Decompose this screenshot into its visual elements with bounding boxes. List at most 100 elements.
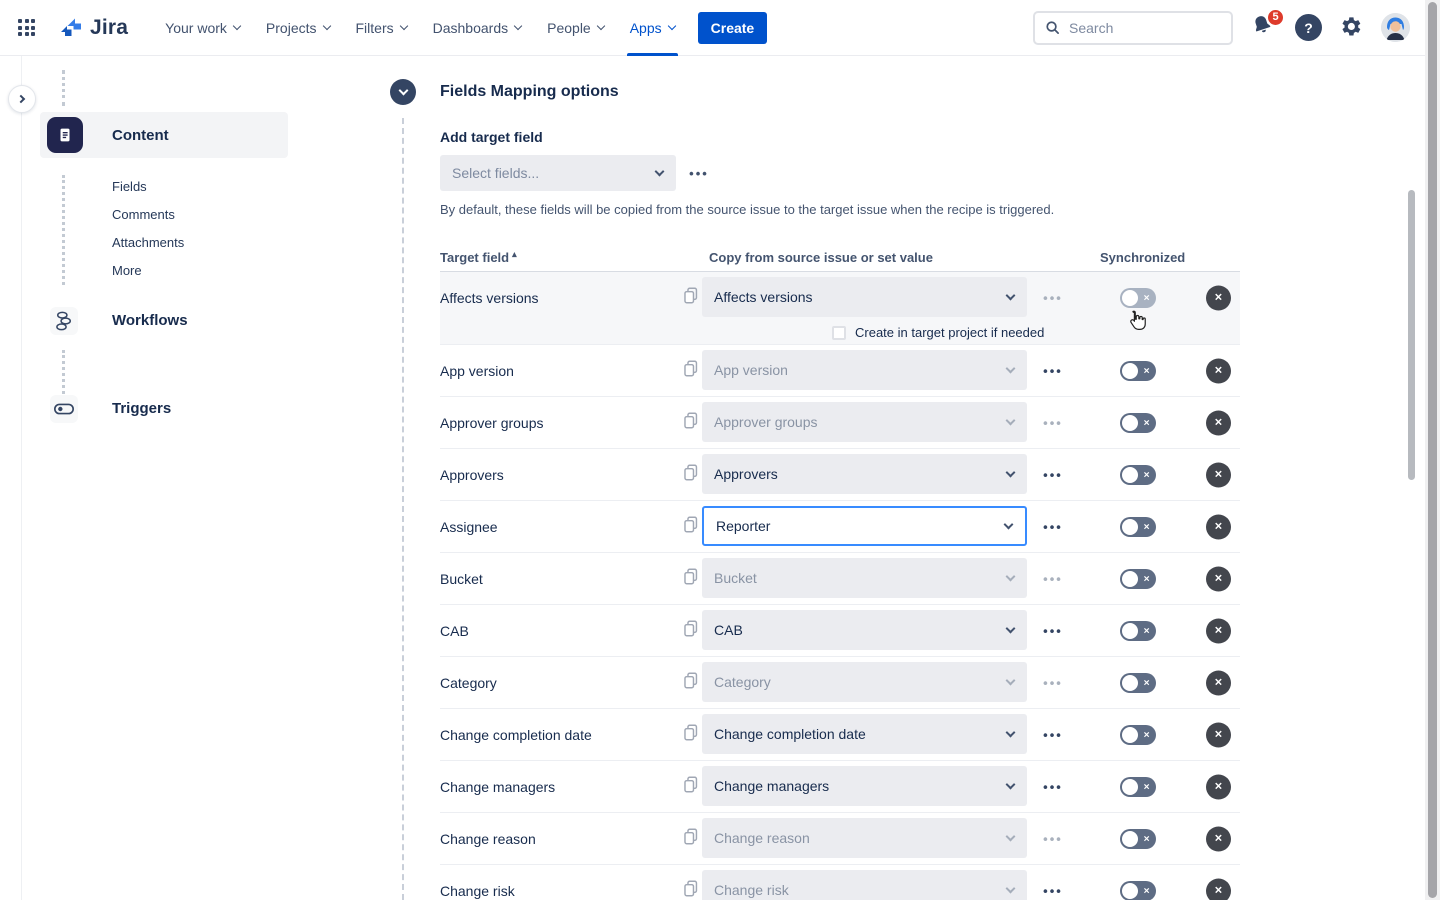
sidebar-item-more[interactable]: More [112, 256, 184, 284]
synchronized-toggle[interactable]: ✕ [1120, 673, 1156, 693]
field-value-select[interactable]: Affects versions [702, 277, 1027, 317]
add-field-more-options-button[interactable]: ••• [684, 155, 714, 191]
target-field-name: Approvers [440, 467, 504, 483]
sidebar-item-fields[interactable]: Fields [112, 172, 184, 200]
section-collapse-button[interactable] [390, 79, 416, 105]
row-more-options-button[interactable]: ••• [1036, 363, 1070, 378]
synchronized-toggle[interactable]: ✕ [1120, 881, 1156, 900]
copy-icon[interactable] [682, 359, 699, 383]
copy-icon[interactable] [682, 671, 699, 695]
synchronized-toggle[interactable]: ✕ [1120, 361, 1156, 381]
jira-logo-icon [59, 16, 83, 40]
toggle-off-icon: ✕ [1143, 470, 1150, 479]
remove-field-button[interactable]: ✕ [1206, 286, 1231, 311]
row-more-options-button[interactable]: ••• [1036, 883, 1070, 898]
synchronized-toggle[interactable]: ✕ [1120, 517, 1156, 537]
field-value-select[interactable]: Change risk [702, 870, 1027, 900]
nav-item-projects[interactable]: Projects [257, 0, 339, 56]
synchronized-toggle[interactable]: ✕ [1120, 777, 1156, 797]
field-value-select[interactable]: Approvers [702, 454, 1027, 494]
row-more-options-button[interactable]: ••• [1036, 831, 1070, 846]
field-value-select[interactable]: Change managers [702, 766, 1027, 806]
page-scrollbar-thumb[interactable] [1428, 2, 1437, 898]
row-more-options-button[interactable]: ••• [1036, 415, 1070, 430]
copy-icon[interactable] [682, 775, 699, 799]
help-button[interactable]: ? [1295, 14, 1322, 41]
remove-field-button[interactable]: ✕ [1206, 566, 1231, 591]
remove-field-button[interactable]: ✕ [1206, 410, 1231, 435]
remove-field-button[interactable]: ✕ [1206, 462, 1231, 487]
sidebar-collapse-button[interactable] [8, 85, 36, 113]
remove-field-button[interactable]: ✕ [1206, 722, 1231, 747]
remove-field-button[interactable]: ✕ [1206, 670, 1231, 695]
field-value-text: App version [714, 362, 788, 378]
sidebar-item-attachments[interactable]: Attachments [112, 228, 184, 256]
jira-logo[interactable]: Jira [59, 16, 128, 40]
synchronized-toggle[interactable]: ✕ [1120, 621, 1156, 641]
app-switcher-icon[interactable] [18, 19, 35, 36]
notifications-button[interactable]: 5 [1250, 13, 1278, 43]
remove-field-button[interactable]: ✕ [1206, 878, 1231, 900]
field-value-select[interactable]: App version [702, 350, 1027, 390]
sidebar-item-workflows[interactable]: Workflows [112, 312, 188, 329]
stepper-dotted-line [62, 350, 65, 394]
field-row-main: BucketBucket•••✕✕ [440, 553, 1240, 604]
copy-icon[interactable] [682, 286, 699, 310]
synchronized-toggle[interactable]: ✕ [1120, 288, 1156, 308]
field-value-text: Change risk [714, 882, 789, 898]
remove-field-button[interactable]: ✕ [1206, 358, 1231, 383]
copy-icon[interactable] [682, 411, 699, 435]
synchronized-toggle[interactable]: ✕ [1120, 829, 1156, 849]
nav-right-cluster: Search 5 ? [1033, 11, 1410, 45]
nav-item-filters[interactable]: Filters [347, 0, 416, 56]
row-more-options-button[interactable]: ••• [1036, 727, 1070, 742]
copy-icon[interactable] [682, 567, 699, 591]
nav-item-dashboards[interactable]: Dashboards [424, 0, 531, 56]
synchronized-toggle[interactable]: ✕ [1120, 569, 1156, 589]
synchronized-toggle[interactable]: ✕ [1120, 413, 1156, 433]
create-in-target-checkbox[interactable] [832, 326, 846, 340]
nav-item-your-work[interactable]: Your work [156, 0, 249, 56]
remove-field-button[interactable]: ✕ [1206, 774, 1231, 799]
row-more-options-button[interactable]: ••• [1036, 571, 1070, 586]
chevron-down-icon [1006, 572, 1016, 582]
settings-gear-icon[interactable] [1339, 15, 1364, 40]
synchronized-toggle[interactable]: ✕ [1120, 725, 1156, 745]
create-button[interactable]: Create [698, 12, 768, 44]
add-target-field-select[interactable]: Select fields... [440, 155, 676, 191]
remove-field-button[interactable]: ✕ [1206, 514, 1231, 539]
row-more-options-button[interactable]: ••• [1036, 623, 1070, 638]
row-more-options-button[interactable]: ••• [1036, 779, 1070, 794]
sidebar-item-triggers[interactable]: Triggers [112, 400, 171, 417]
field-value-select[interactable]: CAB [702, 610, 1027, 650]
field-value-select[interactable]: Approver groups [702, 402, 1027, 442]
row-more-options-button[interactable]: ••• [1036, 675, 1070, 690]
target-field-name: Assignee [440, 519, 498, 535]
copy-icon[interactable] [682, 463, 699, 487]
copy-icon[interactable] [682, 723, 699, 747]
row-more-options-button[interactable]: ••• [1036, 291, 1070, 306]
table-header-row: Target field ▴ Copy from source issue or… [440, 250, 1240, 272]
copy-icon[interactable] [682, 619, 699, 643]
field-value-select[interactable]: Reporter [702, 506, 1027, 546]
user-avatar[interactable] [1381, 13, 1410, 42]
copy-icon[interactable] [682, 515, 699, 539]
copy-icon[interactable] [682, 827, 699, 851]
row-more-options-button[interactable]: ••• [1036, 467, 1070, 482]
remove-field-button[interactable]: ✕ [1206, 618, 1231, 643]
sidebar-item-comments[interactable]: Comments [112, 200, 184, 228]
column-header-target-field[interactable]: Target field ▴ [440, 250, 517, 265]
toggle-off-icon: ✕ [1143, 574, 1150, 583]
copy-icon[interactable] [682, 879, 699, 900]
field-value-select[interactable]: Category [702, 662, 1027, 702]
remove-field-button[interactable]: ✕ [1206, 826, 1231, 851]
nav-item-people[interactable]: People [538, 0, 613, 56]
row-more-options-button[interactable]: ••• [1036, 519, 1070, 534]
content-scrollbar-thumb[interactable] [1408, 190, 1415, 480]
field-value-select[interactable]: Change reason [702, 818, 1027, 858]
search-input[interactable]: Search [1033, 11, 1233, 45]
field-value-select[interactable]: Change completion date [702, 714, 1027, 754]
nav-item-apps[interactable]: Apps [621, 0, 684, 56]
field-value-select[interactable]: Bucket [702, 558, 1027, 598]
synchronized-toggle[interactable]: ✕ [1120, 465, 1156, 485]
